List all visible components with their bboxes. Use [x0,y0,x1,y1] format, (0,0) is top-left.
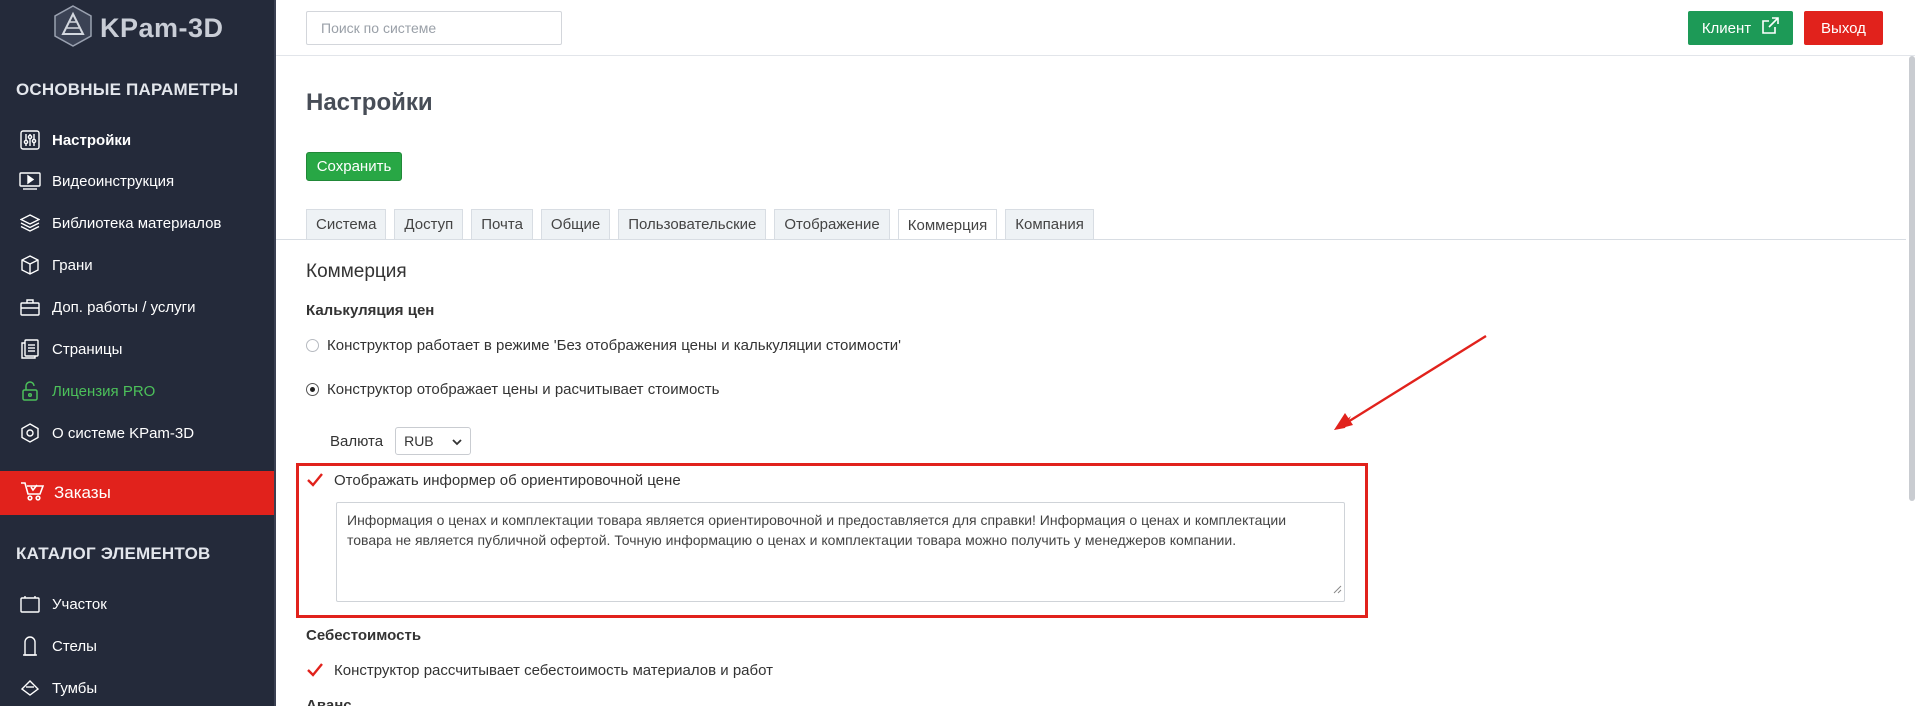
briefcase-icon [18,295,42,319]
tab-company[interactable]: Компания [1005,209,1094,239]
cost-checkbox-row[interactable]: Конструктор рассчитывает себестоимость м… [306,661,773,679]
informer-label: Отображать информер об ориентировочной ц… [334,471,681,489]
tab-access[interactable]: Доступ [394,209,464,239]
radio-with-price[interactable]: Конструктор отображает цены и расчитывае… [306,381,719,398]
currency-select[interactable]: RUB [395,427,472,455]
cart-icon [20,480,45,507]
pages-icon [18,337,42,361]
tab-display[interactable]: Отображение [774,209,890,239]
tab-general[interactable]: Общие [540,209,611,239]
informer-checkbox[interactable] [306,471,324,489]
settings-tabs: Система Доступ Почта Общие Пользовательс… [306,209,1094,240]
lock-icon [18,379,42,403]
client-button[interactable]: Клиент [1688,11,1793,45]
sidebar-item-video[interactable]: Видеоинструкция [18,169,174,193]
section-catalog-title: КАТАЛОГ ЭЛЕМЕНТОВ [16,544,211,563]
section-title: Коммерция [306,261,407,282]
informer-checkbox-row[interactable]: Отображать информер об ориентировочной ц… [306,471,681,489]
sidebar-item-label: Тумбы [52,679,98,697]
sidebar-item-materials[interactable]: Библиотека материалов [18,211,221,235]
save-button[interactable]: Сохранить [306,152,402,181]
pricing-heading: Калькуляция цен [306,302,435,319]
search-input[interactable] [306,11,562,45]
resize-handle-icon[interactable] [1332,579,1342,599]
section-main-title: ОСНОВНЫЕ ПАРАМЕТРЫ [16,80,239,99]
informer-text: Информация о ценах и комплектации товара… [347,512,1287,548]
tabs-divider [276,239,1906,240]
exit-button[interactable]: Выход [1804,11,1883,45]
sidebar-item-label: Видеоинструкция [52,172,175,190]
sidebar-item-license[interactable]: Лицензия PRO [18,379,155,403]
radio-label: Конструктор работает в режиме 'Без отобр… [327,337,902,354]
external-link-icon [1761,17,1779,39]
sidebar-item-label: Настройки [52,131,132,149]
sidebar-item-label: Участок [52,595,107,613]
informer-textarea[interactable]: Информация о ценах и комплектации товара… [336,502,1345,602]
cube-icon [18,253,42,277]
radio-button[interactable] [306,383,319,396]
radio-no-price[interactable]: Конструктор работает в режиме 'Без отобр… [306,337,901,354]
logo-icon [52,4,94,53]
orders-label: Заказы [54,483,111,502]
tab-mail[interactable]: Почта [471,209,533,239]
info-icon [18,421,42,445]
annotation-arrow-icon [1331,333,1491,438]
currency-value: RUB [404,433,434,449]
main-scrollbar[interactable] [1909,56,1915,501]
currency-row: Валюта RUB [330,427,472,455]
video-icon [18,169,42,193]
cost-heading: Себестоимость [306,627,422,644]
main-content: Настройки Сохранить Система Доступ Почта… [276,57,1906,706]
client-label: Клиент [1701,19,1752,37]
stele-icon [18,634,42,658]
sidebar-item-label: Страницы [52,340,123,358]
page-title: Настройки [306,89,433,116]
sliders-icon [18,128,42,152]
chevron-down-icon [452,433,462,449]
sidebar-item-label: Доп. работы / услуги [52,298,196,316]
radio-label: Конструктор отображает цены и расчитывае… [327,381,720,398]
sidebar-item-plot[interactable]: Участок [18,592,107,616]
advance-heading: Аванс [306,697,352,706]
sidebar-item-label: Библиотека материалов [52,214,222,232]
tab-system[interactable]: Система [306,209,387,239]
sidebar-item-pedestal[interactable]: Тумбы [18,676,97,700]
tab-custom[interactable]: Пользовательские [618,209,767,239]
cost-label: Конструктор рассчитывает себестоимость м… [334,661,773,679]
sidebar-item-settings[interactable]: Настройки [18,128,131,152]
sidebar-item-orders[interactable]: Заказы [0,471,274,515]
tab-commerce[interactable]: Коммерция [897,209,998,240]
sidebar-item-label: Грани [52,256,93,274]
pedestal-icon [18,676,42,700]
sidebar-item-stele[interactable]: Стелы [18,634,97,658]
layers-icon [18,211,42,235]
radio-button[interactable] [306,339,319,352]
topbar: Клиент Выход [276,0,1915,56]
sidebar-item-about[interactable]: О системе KPam-3D [18,421,194,445]
sidebar-item-pages[interactable]: Страницы [18,337,122,361]
logo-text: KPam-3D [100,12,224,43]
sidebar: KPam-3D ОСНОВНЫЕ ПАРАМЕТРЫ Настройки Вид… [0,0,276,706]
plot-icon [18,592,42,616]
sidebar-item-label: Лицензия PRO [52,382,156,400]
logo[interactable]: KPam-3D [52,4,224,52]
cost-checkbox[interactable] [306,661,324,679]
currency-label: Валюта [330,432,384,450]
sidebar-item-services[interactable]: Доп. работы / услуги [18,295,196,319]
sidebar-item-faces[interactable]: Грани [18,253,93,277]
sidebar-item-label: Стелы [52,637,97,655]
sidebar-item-label: О системе KPam-3D [52,424,195,442]
